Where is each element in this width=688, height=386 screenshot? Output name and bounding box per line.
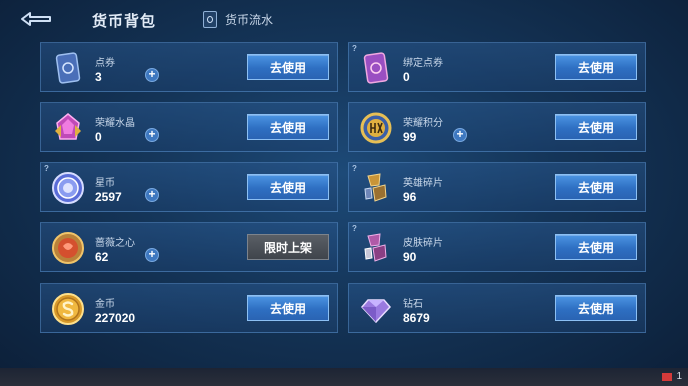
use-button[interactable]: 去使用 <box>247 54 329 80</box>
use-button[interactable]: 去使用 <box>555 54 637 80</box>
currency-name: 蔷薇之心 <box>95 238 135 249</box>
currency-card-hero-shard: ? 英雄碎片 96 去使用 <box>348 162 646 212</box>
currency-name: 金币 <box>95 299 115 310</box>
use-button[interactable]: 去使用 <box>555 174 637 200</box>
currency-name: 荣耀积分 <box>403 118 443 129</box>
currency-amount: 2597 <box>95 190 122 204</box>
currency-amount: 0 <box>403 70 410 84</box>
rose-heart-icon <box>51 231 85 265</box>
help-icon[interactable]: ? <box>352 164 357 173</box>
bottom-status-glyphs: 1 <box>662 371 682 382</box>
currency-name: 点券 <box>95 58 115 69</box>
use-button[interactable]: 去使用 <box>247 295 329 321</box>
help-icon[interactable]: ? <box>44 164 49 173</box>
tab-currency-flow-label: 货币流水 <box>225 13 274 27</box>
recharge-plus-button[interactable]: + <box>145 68 159 82</box>
hero-shard-icon <box>359 171 393 205</box>
honor-points-icon <box>359 111 393 145</box>
star-coin-icon <box>51 171 85 205</box>
bound-ticket-card-icon <box>359 51 393 85</box>
currency-card-honor-points: 荣耀积分 99 + 去使用 <box>348 102 646 152</box>
currency-card-skin-shard: ? 皮肤碎片 90 去使用 <box>348 222 646 272</box>
page-title: 货币背包 <box>92 13 157 30</box>
ticket-card-icon <box>51 51 85 85</box>
currency-amount: 96 <box>403 190 417 204</box>
use-button[interactable]: 去使用 <box>247 114 329 140</box>
ledger-icon <box>203 11 217 28</box>
use-button[interactable]: 去使用 <box>555 295 637 321</box>
limited-time-button[interactable]: 限时上架 <box>247 234 329 260</box>
back-arrow-icon <box>21 12 51 26</box>
gold-coin-icon <box>51 292 85 326</box>
currency-amount: 90 <box>403 250 417 264</box>
bottom-system-bar <box>0 368 688 386</box>
use-button[interactable]: 去使用 <box>555 114 637 140</box>
help-icon[interactable]: ? <box>352 224 357 233</box>
currency-amount: 0 <box>95 130 102 144</box>
recharge-plus-button[interactable]: + <box>145 248 159 262</box>
currency-amount: 62 <box>95 250 109 264</box>
currency-amount: 99 <box>403 130 417 144</box>
currency-name: 皮肤碎片 <box>403 238 443 249</box>
honor-crystal-icon <box>51 111 85 145</box>
recharge-plus-button[interactable]: + <box>145 188 159 202</box>
currency-card-diamond: 钻石 8679 去使用 <box>348 283 646 333</box>
currency-card-bound-voucher: ? 绑定点券 0 去使用 <box>348 42 646 92</box>
skin-shard-icon <box>359 231 393 265</box>
currency-card-honor-crystal: 荣耀水晶 0 + 去使用 <box>40 102 338 152</box>
tab-currency-flow[interactable]: 货币流水 <box>203 11 273 28</box>
currency-card-star-coin: ? 星币 2597 + 去使用 <box>40 162 338 212</box>
currency-amount: 3 <box>95 70 102 84</box>
back-button[interactable] <box>14 8 58 30</box>
currency-card-rose-heart: 蔷薇之心 62 + 限时上架 <box>40 222 338 272</box>
status-glyph: 1 <box>676 371 682 382</box>
recharge-plus-button[interactable]: + <box>145 128 159 142</box>
use-button[interactable]: 去使用 <box>247 174 329 200</box>
currency-card-voucher: 点券 3 + 去使用 <box>40 42 338 92</box>
recharge-plus-button[interactable]: + <box>453 128 467 142</box>
help-icon[interactable]: ? <box>352 44 357 53</box>
currency-name: 星币 <box>95 178 115 189</box>
diamond-icon <box>359 292 393 326</box>
currency-amount: 8679 <box>403 311 430 325</box>
currency-amount: 227020 <box>95 311 136 325</box>
top-bar: 货币背包 货币流水 <box>0 0 688 40</box>
currency-name: 英雄碎片 <box>403 178 443 189</box>
currency-card-gold-coin: 金币 227020 去使用 <box>40 283 338 333</box>
status-indicator-icon <box>662 372 673 381</box>
currency-name: 钻石 <box>403 299 423 310</box>
currency-name: 荣耀水晶 <box>95 118 135 129</box>
currency-name: 绑定点券 <box>403 58 443 69</box>
use-button[interactable]: 去使用 <box>555 234 637 260</box>
